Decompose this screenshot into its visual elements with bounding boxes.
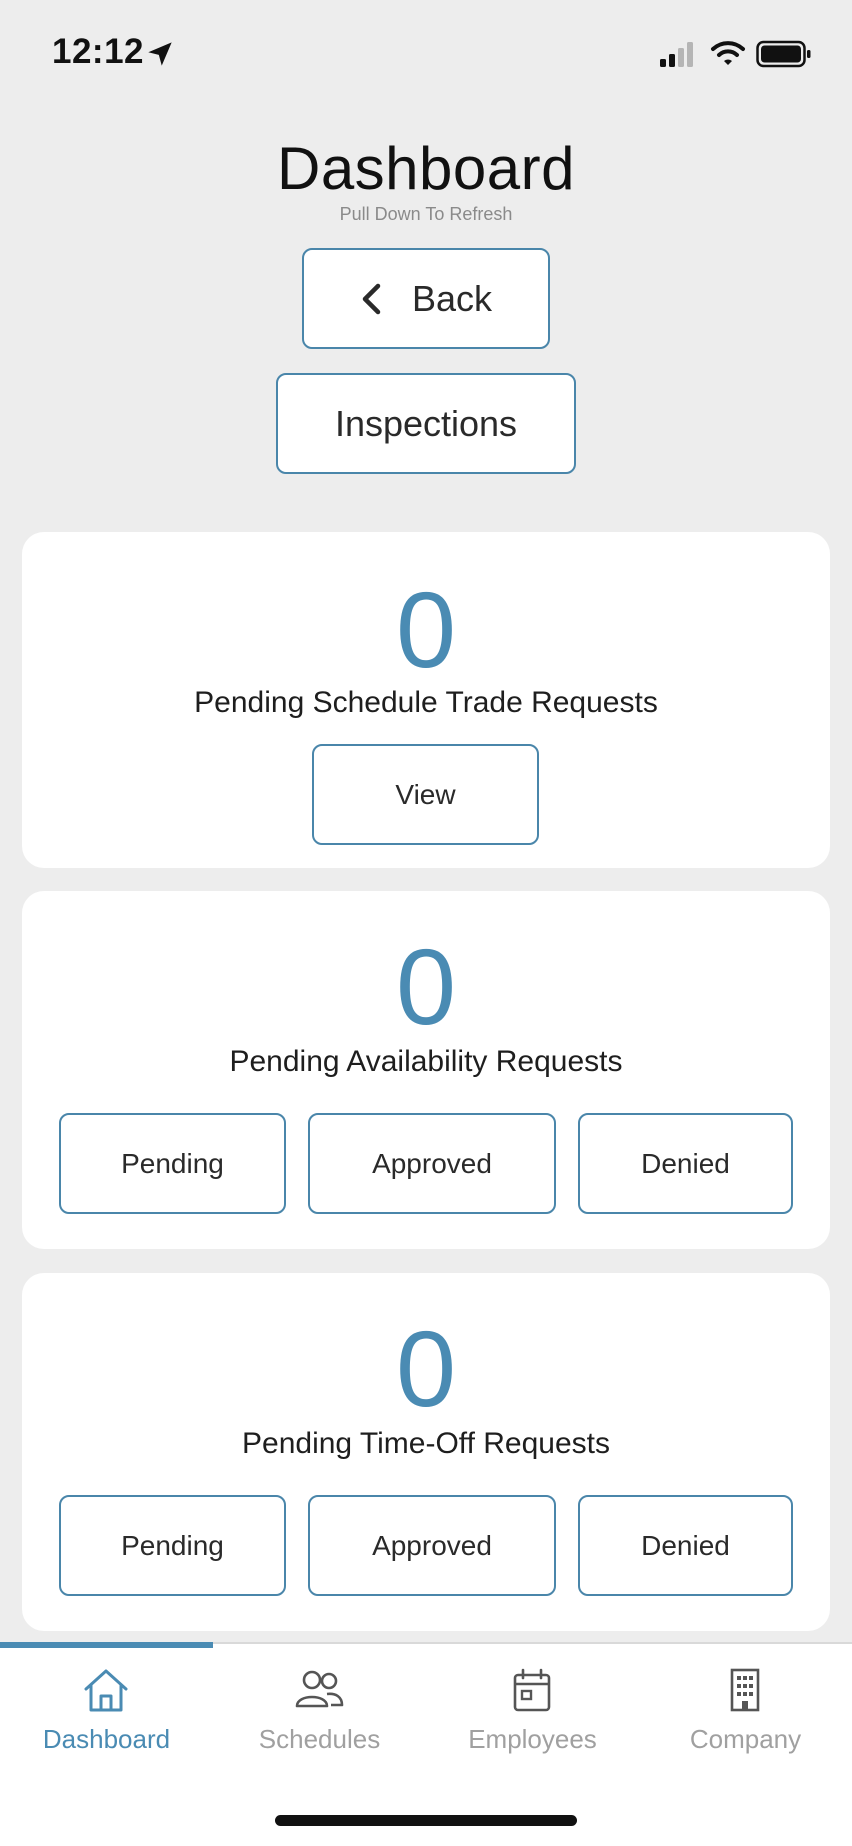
cellular-signal-icon <box>660 42 693 67</box>
tab-employees-label: Employees <box>468 1724 597 1754</box>
pull-to-refresh-hint: Pull Down To Refresh <box>339 204 513 224</box>
inspections-button[interactable]: Inspections <box>276 373 576 474</box>
availability-count: 0 <box>395 926 457 1047</box>
chevron-left-icon <box>362 283 381 314</box>
availability-pending-button[interactable]: Pending <box>59 1113 286 1214</box>
home-indicator <box>275 1815 577 1826</box>
status-time: 12:12 <box>52 32 145 71</box>
availability-card: 0 Pending Availability Requests Pending … <box>22 891 830 1249</box>
view-trade-requests-button[interactable]: View <box>312 744 539 845</box>
view-button-label: View <box>395 778 456 810</box>
approved-button-label: Approved <box>372 1147 492 1179</box>
people-icon <box>295 1670 344 1708</box>
schedule-trade-count: 0 <box>395 569 457 690</box>
availability-denied-button[interactable]: Denied <box>578 1113 793 1214</box>
schedule-trade-label: Pending Schedule Trade Requests <box>194 686 658 719</box>
page-title: Dashboard <box>276 135 576 202</box>
back-button[interactable]: Back <box>302 248 550 349</box>
denied-button-label: Denied <box>641 1147 730 1179</box>
time-off-denied-button[interactable]: Denied <box>578 1495 793 1596</box>
time-off-pending-button[interactable]: Pending <box>59 1495 286 1596</box>
availability-label: Pending Availability Requests <box>229 1045 623 1078</box>
wifi-icon <box>711 41 745 65</box>
denied-button-label: Denied <box>641 1529 730 1561</box>
pending-button-label: Pending <box>121 1529 224 1561</box>
pending-button-label: Pending <box>121 1147 224 1179</box>
tab-dashboard[interactable]: Dashboard <box>0 1644 213 1774</box>
tab-company[interactable]: Company <box>639 1644 852 1774</box>
building-icon <box>730 1668 760 1712</box>
battery-icon <box>756 40 811 68</box>
tab-company-label: Company <box>689 1724 802 1754</box>
schedule-trade-card: 0 Pending Schedule Trade Requests View <box>22 532 830 868</box>
inspections-button-label: Inspections <box>334 402 518 444</box>
time-off-approved-button[interactable]: Approved <box>308 1495 556 1596</box>
time-off-count: 0 <box>395 1308 457 1429</box>
calendar-icon <box>513 1668 551 1712</box>
status-bar: 12:12 <box>0 0 852 110</box>
back-button-label: Back <box>411 277 493 319</box>
home-icon <box>84 1669 128 1712</box>
time-off-label: Pending Time-Off Requests <box>242 1427 610 1460</box>
location-arrow-icon <box>148 42 172 66</box>
tab-employees[interactable]: Employees <box>426 1644 639 1774</box>
time-off-card: 0 Pending Time-Off Requests Pending Appr… <box>22 1273 830 1631</box>
tab-schedules[interactable]: Schedules <box>213 1644 426 1774</box>
availability-approved-button[interactable]: Approved <box>308 1113 556 1214</box>
tab-schedules-label: Schedules <box>258 1724 381 1754</box>
tab-dashboard-label: Dashboard <box>42 1724 171 1754</box>
approved-button-label: Approved <box>372 1529 492 1561</box>
